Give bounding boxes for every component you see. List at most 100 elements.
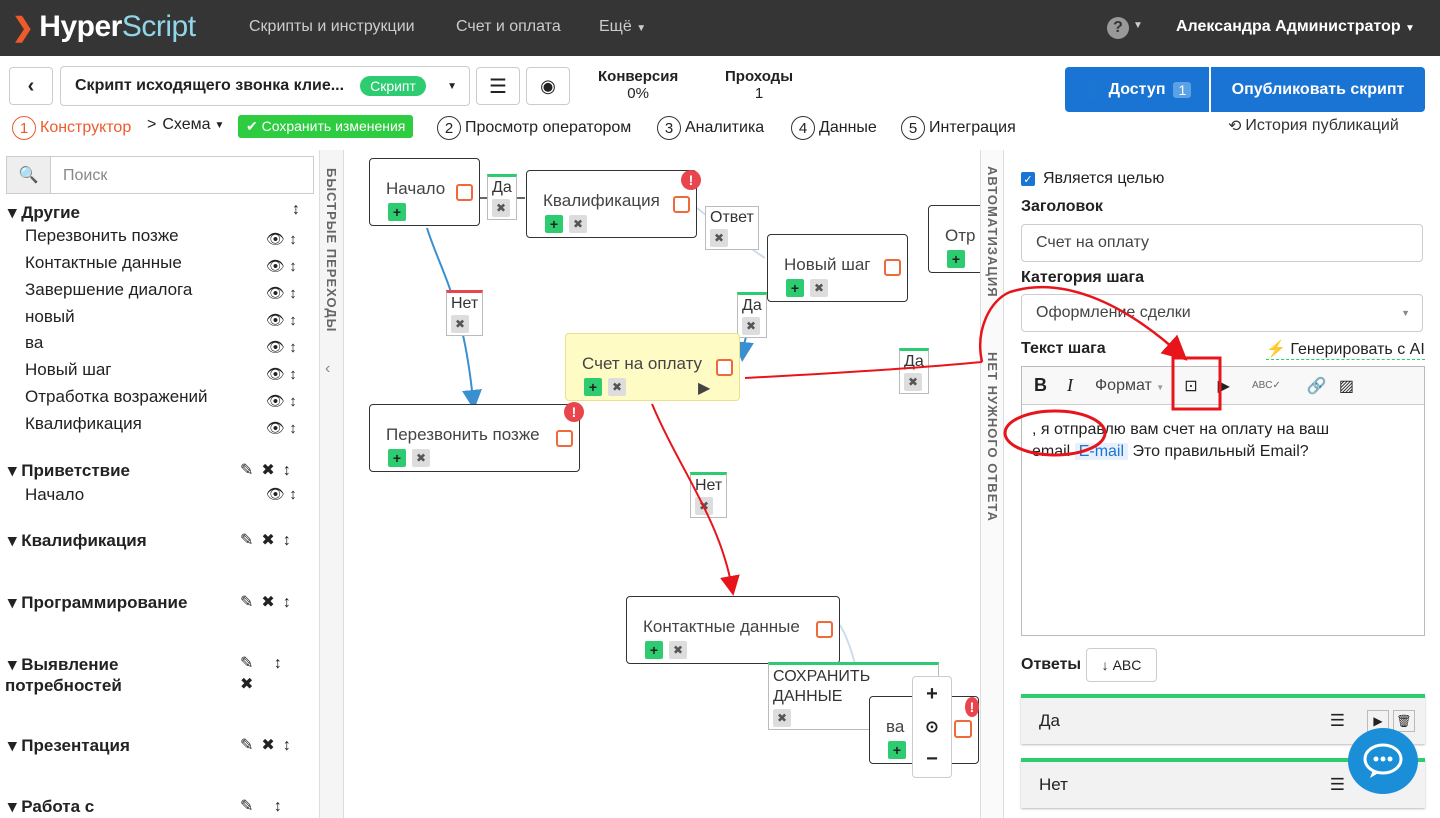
italic-icon[interactable]: I	[1067, 375, 1073, 396]
delete-icon[interactable]: ✖	[669, 641, 687, 659]
sidebar-item[interactable]: новый	[25, 307, 75, 327]
check-icon[interactable]: ✓	[1021, 172, 1035, 186]
logo[interactable]: ❯ Hyper Script	[12, 10, 196, 44]
group-actions[interactable]: ✎✖↕	[240, 460, 299, 480]
search-box[interactable]: 🔍 Поиск	[6, 156, 314, 194]
quick-transitions-bar[interactable]: БЫСТРЫЕ ПЕРЕХОДЫ ‹	[320, 150, 344, 818]
help-icon[interactable]: ?	[1107, 17, 1129, 39]
node-new-step[interactable]: Новый шаг + ✖	[767, 234, 908, 302]
edge-no[interactable]: Нет ✖	[446, 290, 484, 336]
help-caret-icon[interactable]: ▼	[1133, 20, 1143, 31]
back-button[interactable]: ‹	[9, 67, 53, 105]
spellcheck-icon[interactable]: ABC✓	[1252, 380, 1281, 391]
format-dropdown[interactable]: Формат ▼	[1095, 377, 1164, 395]
eye-icon[interactable]: 👁 ↕	[266, 253, 297, 280]
node-checkbox[interactable]	[884, 259, 901, 276]
sidebar-item[interactable]: Контактные данные	[25, 253, 182, 273]
title-input[interactable]: Счет на оплату	[1021, 224, 1423, 262]
delete-icon[interactable]: ✖	[742, 317, 760, 335]
delete-icon[interactable]: ✖	[569, 215, 587, 233]
nav-scripts[interactable]: Скрипты и инструкции	[249, 18, 415, 36]
delete-icon[interactable]: ✖	[710, 229, 728, 247]
script-selector[interactable]: Скрипт исходящего звонка клие... Скрипт …	[60, 66, 470, 106]
node-objections[interactable]: Отр +	[928, 205, 980, 273]
group-actions[interactable]: ✎✖↕	[240, 592, 299, 612]
add-icon[interactable]: +	[888, 741, 906, 759]
zoom-out-button[interactable]: −	[926, 748, 938, 771]
edge-yes[interactable]: Да ✖	[899, 348, 929, 394]
drag-handle-icon[interactable]: ☰	[1330, 775, 1345, 795]
tab-constructor[interactable]: 1 Конструктор	[12, 116, 131, 140]
sidebar-item[interactable]: ва	[25, 333, 43, 353]
eye-icon[interactable]: 👁 ↕	[266, 307, 297, 334]
chat-widget-button[interactable]	[1348, 728, 1418, 794]
center-icon[interactable]: ⊙	[925, 717, 938, 737]
node-call-later[interactable]: Перезвонить позже + ✖	[369, 404, 580, 472]
group-needs[interactable]: ▾ Выявление потребностей	[5, 654, 122, 696]
add-icon[interactable]: +	[947, 250, 965, 268]
tab-integration[interactable]: 5 Интеграция	[901, 116, 1016, 140]
delete-icon[interactable]: ✖	[412, 449, 430, 467]
tab-data[interactable]: 4 Данные	[791, 116, 877, 140]
visibility-icons[interactable]: 👁 ↕ 👁 ↕ 👁 ↕ 👁 ↕ 👁 ↕ 👁 ↕ 👁 ↕ 👁 ↕	[266, 226, 297, 442]
save-changes-button[interactable]: ✔ Сохранить изменения	[238, 115, 414, 138]
node-checkbox[interactable]	[673, 196, 690, 213]
sidebar-item[interactable]: Завершение диалога	[25, 280, 192, 300]
delete-icon[interactable]: ✖	[608, 378, 626, 396]
image-icon[interactable]: ▨	[1339, 376, 1354, 396]
zoom-in-button[interactable]: +	[926, 683, 938, 706]
flow-canvas[interactable]: Начало + Да ✖ Квалификация + ✖ ! Ответ ✖ Но…	[345, 150, 980, 818]
drag-handle-icon[interactable]: ☰	[1330, 711, 1345, 731]
add-icon[interactable]: +	[786, 279, 804, 297]
sidebar-item[interactable]: Квалификация	[25, 414, 142, 434]
publish-button[interactable]: Опубликовать скрипт	[1211, 67, 1425, 112]
link-icon[interactable]: 🔗	[1307, 376, 1327, 396]
node-contact-data[interactable]: Контактные данные + ✖	[626, 596, 840, 664]
eye-icon[interactable]: 👁 ↕	[266, 415, 297, 442]
menu-button[interactable]: ☰	[476, 67, 520, 105]
variable-tag[interactable]: E-mail	[1074, 443, 1129, 460]
automation-bar[interactable]: АВТОМАТИЗАЦИЯ НЕТ НУЖНОГО ОТВЕТА	[980, 150, 1004, 818]
node-checkbox[interactable]	[456, 184, 473, 201]
nav-billing[interactable]: Счет и оплата	[456, 18, 561, 36]
delete-icon[interactable]: ✖	[492, 199, 510, 217]
group-programming[interactable]: ▾ Программирование	[8, 593, 187, 613]
category-select[interactable]: Оформление сделки ▼	[1021, 294, 1423, 332]
delete-icon[interactable]: ✖	[451, 315, 469, 333]
add-icon[interactable]: +	[645, 641, 663, 659]
eye-icon[interactable]: 👁 ↕	[266, 280, 297, 307]
tab-scheme[interactable]: > Схема ▼	[147, 116, 224, 134]
group-qualification[interactable]: ▾ Квалификация	[8, 531, 147, 551]
bold-icon[interactable]: B	[1034, 375, 1047, 396]
delete-icon[interactable]: ✖	[773, 709, 791, 727]
chevron-left-icon[interactable]: ‹	[325, 360, 330, 378]
node-checkbox[interactable]	[556, 430, 573, 447]
generate-ai-link[interactable]: ⚡ Генерировать с AI	[1266, 339, 1425, 360]
move-icon[interactable]: ↕	[292, 201, 300, 219]
group-work[interactable]: ▾ Работа с	[8, 797, 94, 817]
group-presentation[interactable]: ▾ Презентация	[8, 736, 130, 756]
add-icon[interactable]: +	[388, 449, 406, 467]
is-goal-checkbox[interactable]: ✓ Является целью	[1021, 170, 1164, 188]
eye-icon[interactable]: 👁 ↕	[266, 334, 297, 361]
play-icon[interactable]: ▶	[698, 378, 710, 398]
group-actions[interactable]: ✎ ↕ ✖	[240, 653, 290, 695]
group-actions[interactable]: ✎✖↕	[240, 735, 299, 755]
delete-icon[interactable]: ✖	[810, 279, 828, 297]
edge-yes[interactable]: Да ✖	[487, 174, 517, 220]
node-invoice[interactable]: Счет на оплату + ✖ ▶	[565, 333, 740, 401]
delete-icon[interactable]: ✖	[695, 497, 713, 515]
delete-icon[interactable]: ✖	[904, 373, 922, 391]
group-other[interactable]: ▾ Другие	[8, 203, 80, 223]
publish-history-link[interactable]: ⟲ История публикаций	[1228, 116, 1399, 136]
eye-icon[interactable]: 👁 ↕	[266, 361, 297, 388]
user-menu[interactable]: Александра Администратор ▼	[1176, 18, 1415, 36]
edge-yes[interactable]: Да ✖	[737, 292, 767, 338]
eye-icon[interactable]: 👁 ↕	[266, 226, 297, 253]
add-icon[interactable]: +	[388, 203, 406, 221]
edge-answer[interactable]: Ответ ✖	[705, 206, 759, 250]
group-greeting[interactable]: ▾ Приветствие	[8, 461, 130, 481]
add-icon[interactable]: +	[545, 215, 563, 233]
sidebar-item[interactable]: Начало	[25, 485, 84, 505]
template-icon[interactable]: ⊡	[1184, 376, 1197, 396]
